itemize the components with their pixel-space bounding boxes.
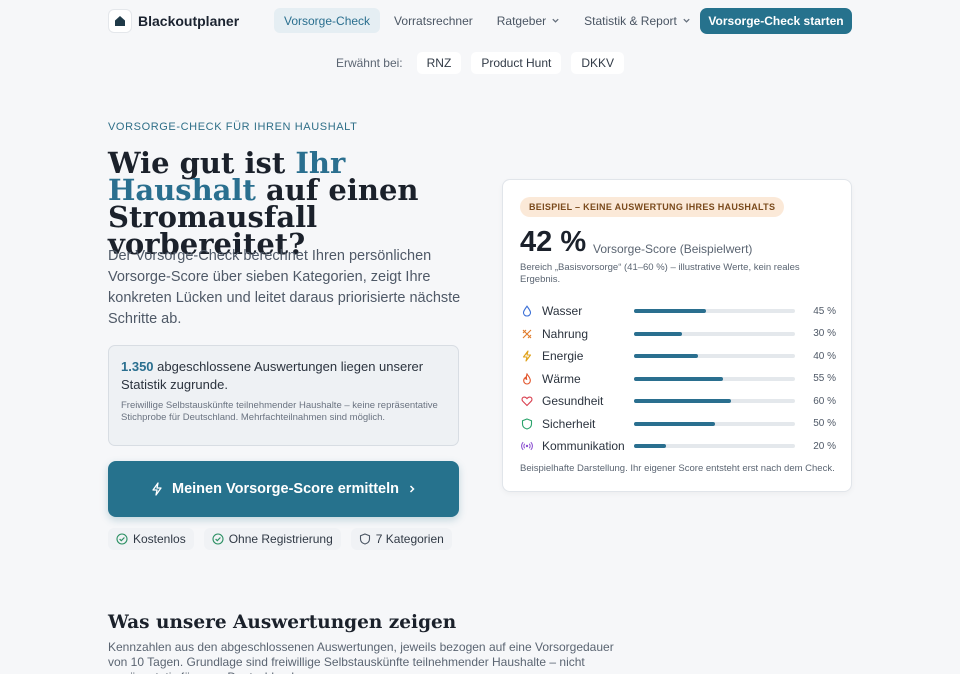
category-percent: 50 % bbox=[813, 418, 836, 430]
category-label: Sicherheit bbox=[542, 416, 596, 431]
category-track bbox=[634, 421, 795, 426]
check-circle-icon bbox=[116, 533, 128, 545]
shield-icon bbox=[359, 533, 370, 545]
card-footnote: Beispielhafte Darstellung. Ihr eigener S… bbox=[520, 463, 835, 474]
category-track bbox=[634, 399, 795, 404]
badge-label: 7 Kategorien bbox=[375, 532, 444, 546]
feature-badges: Kostenlos Ohne Registrierung 7 Kategorie… bbox=[108, 528, 452, 550]
badge-ohne-registrierung: Ohne Registrierung bbox=[203, 528, 341, 550]
mentioned-bar: Erwähnt bei: RNZ Product Hunt DKKV bbox=[0, 52, 960, 74]
start-check-button[interactable]: Vorsorge-Check starten bbox=[700, 8, 852, 34]
mention-dkkv[interactable]: DKKV bbox=[571, 52, 625, 74]
check-circle-icon bbox=[212, 533, 224, 545]
category-percent: 30 % bbox=[813, 328, 836, 340]
category-row-gesundheit: Gesundheit 60 % bbox=[520, 390, 836, 413]
nav-vorratsrechner[interactable]: Vorratsrechner bbox=[384, 8, 483, 33]
category-row-kommunikation: Kommunikation 20 % bbox=[520, 435, 836, 458]
category-percent: 40 % bbox=[813, 350, 836, 362]
category-list: Wasser 45 % Nahrung 30 % Energie 40 % Wä… bbox=[520, 300, 836, 458]
category-track bbox=[634, 376, 795, 381]
badge-label: Ohne Registrierung bbox=[228, 532, 333, 546]
category-row-wasser: Wasser 45 % bbox=[520, 300, 836, 323]
category-label: Wasser bbox=[542, 304, 583, 319]
nav-label: Vorratsrechner bbox=[394, 13, 473, 28]
brand-name: Blackoutplaner bbox=[138, 13, 240, 29]
main-nav: Vorsorge-Check Vorratsrechner Ratgeber S… bbox=[274, 8, 701, 33]
nav-ratgeber[interactable]: Ratgeber bbox=[487, 8, 570, 33]
badge-label: Kostenlos bbox=[133, 532, 186, 546]
cta-label: Meinen Vorsorge-Score ermitteln bbox=[172, 481, 399, 497]
category-row-nahrung: Nahrung 30 % bbox=[520, 323, 836, 346]
category-fill bbox=[634, 376, 723, 381]
category-fill bbox=[634, 399, 731, 404]
example-pill: BEISPIEL – KEINE AUSWERTUNG IHRES HAUSHA… bbox=[520, 197, 785, 217]
chevron-right-icon bbox=[409, 485, 415, 493]
house-icon bbox=[108, 9, 132, 33]
utensils-icon bbox=[520, 328, 534, 340]
water-drop-icon bbox=[520, 305, 534, 317]
hero-subtitle: Der Vorsorge-Check berechnet Ihren persö… bbox=[108, 248, 461, 327]
category-track bbox=[634, 309, 795, 314]
nav-label: Statistik & Report bbox=[584, 13, 677, 28]
stat-note: Freiwillige Selbstauskünfte teilnehmende… bbox=[121, 400, 438, 423]
stat-text: abgeschlossene Auswertungen liegen unser… bbox=[121, 359, 424, 392]
hero-eyebrow: Vorsorge-Check für Ihren Haushalt bbox=[108, 121, 358, 133]
flame-icon bbox=[520, 372, 534, 385]
category-row-sicherheit: Sicherheit 50 % bbox=[520, 413, 836, 436]
site-header: Blackoutplaner Vorsorge-Check Vorratsrec… bbox=[0, 0, 960, 42]
score-value: 42 % bbox=[520, 226, 587, 258]
category-label: Wärme bbox=[542, 371, 581, 386]
category-percent: 55 % bbox=[813, 373, 836, 385]
radio-waves-icon bbox=[520, 440, 534, 452]
nav-vorsorge-check[interactable]: Vorsorge-Check bbox=[274, 8, 381, 33]
chevron-down-icon bbox=[552, 18, 559, 23]
stat-line: 1.350 abgeschlossene Auswertungen liegen… bbox=[121, 358, 446, 394]
heart-icon bbox=[520, 395, 534, 407]
score-range: Bereich „Basisvorsorge“ (41–60 %) – illu… bbox=[520, 262, 800, 285]
category-track bbox=[634, 331, 795, 336]
nav-statistik-report[interactable]: Statistik & Report bbox=[574, 8, 701, 33]
example-score-card: BEISPIEL – KEINE AUSWERTUNG IHRES HAUSHA… bbox=[502, 179, 852, 492]
shield-icon bbox=[520, 418, 534, 430]
statistics-box: 1.350 abgeschlossene Auswertungen liegen… bbox=[108, 345, 459, 446]
category-track bbox=[634, 354, 795, 359]
category-label: Gesundheit bbox=[542, 394, 604, 409]
badge-kostenlos: Kostenlos bbox=[108, 528, 194, 550]
nav-label: Ratgeber bbox=[496, 13, 547, 28]
chevron-down-icon bbox=[683, 18, 690, 23]
brand-logo[interactable]: Blackoutplaner bbox=[108, 9, 239, 33]
hero-title: Wie gut ist Ihr Haushalt auf einen Strom… bbox=[108, 149, 478, 259]
category-row-waerme: Wärme 55 % bbox=[520, 368, 836, 391]
category-fill bbox=[634, 421, 715, 426]
category-fill bbox=[634, 331, 683, 336]
nav-label: Vorsorge-Check bbox=[284, 13, 371, 28]
category-fill bbox=[634, 354, 699, 359]
category-label: Energie bbox=[542, 349, 584, 364]
category-track bbox=[634, 444, 795, 449]
lightning-icon bbox=[152, 482, 162, 496]
category-fill bbox=[634, 444, 667, 449]
category-percent: 60 % bbox=[813, 395, 836, 407]
category-percent: 45 % bbox=[813, 305, 836, 317]
mentioned-label: Erwähnt bei: bbox=[335, 56, 403, 70]
category-row-energie: Energie 40 % bbox=[520, 345, 836, 368]
category-percent: 20 % bbox=[813, 440, 836, 452]
category-fill bbox=[634, 309, 707, 314]
stat-number: 1.350 bbox=[121, 359, 154, 374]
results-text: Kennzahlen aus den abgeschlossenen Auswe… bbox=[108, 640, 614, 674]
badge-kategorien: 7 Kategorien bbox=[350, 528, 452, 550]
lightning-icon bbox=[520, 350, 534, 362]
category-label: Nahrung bbox=[542, 326, 589, 341]
results-title: Was unsere Auswertungen zeigen bbox=[108, 612, 457, 633]
score-caption: Vorsorge-Score (Beispielwert) bbox=[593, 242, 753, 256]
mention-product-hunt[interactable]: Product Hunt bbox=[471, 52, 562, 74]
category-label: Kommunikation bbox=[542, 439, 625, 454]
get-score-button[interactable]: Meinen Vorsorge-Score ermitteln bbox=[108, 461, 459, 517]
mention-rnz[interactable]: RNZ bbox=[416, 52, 462, 74]
